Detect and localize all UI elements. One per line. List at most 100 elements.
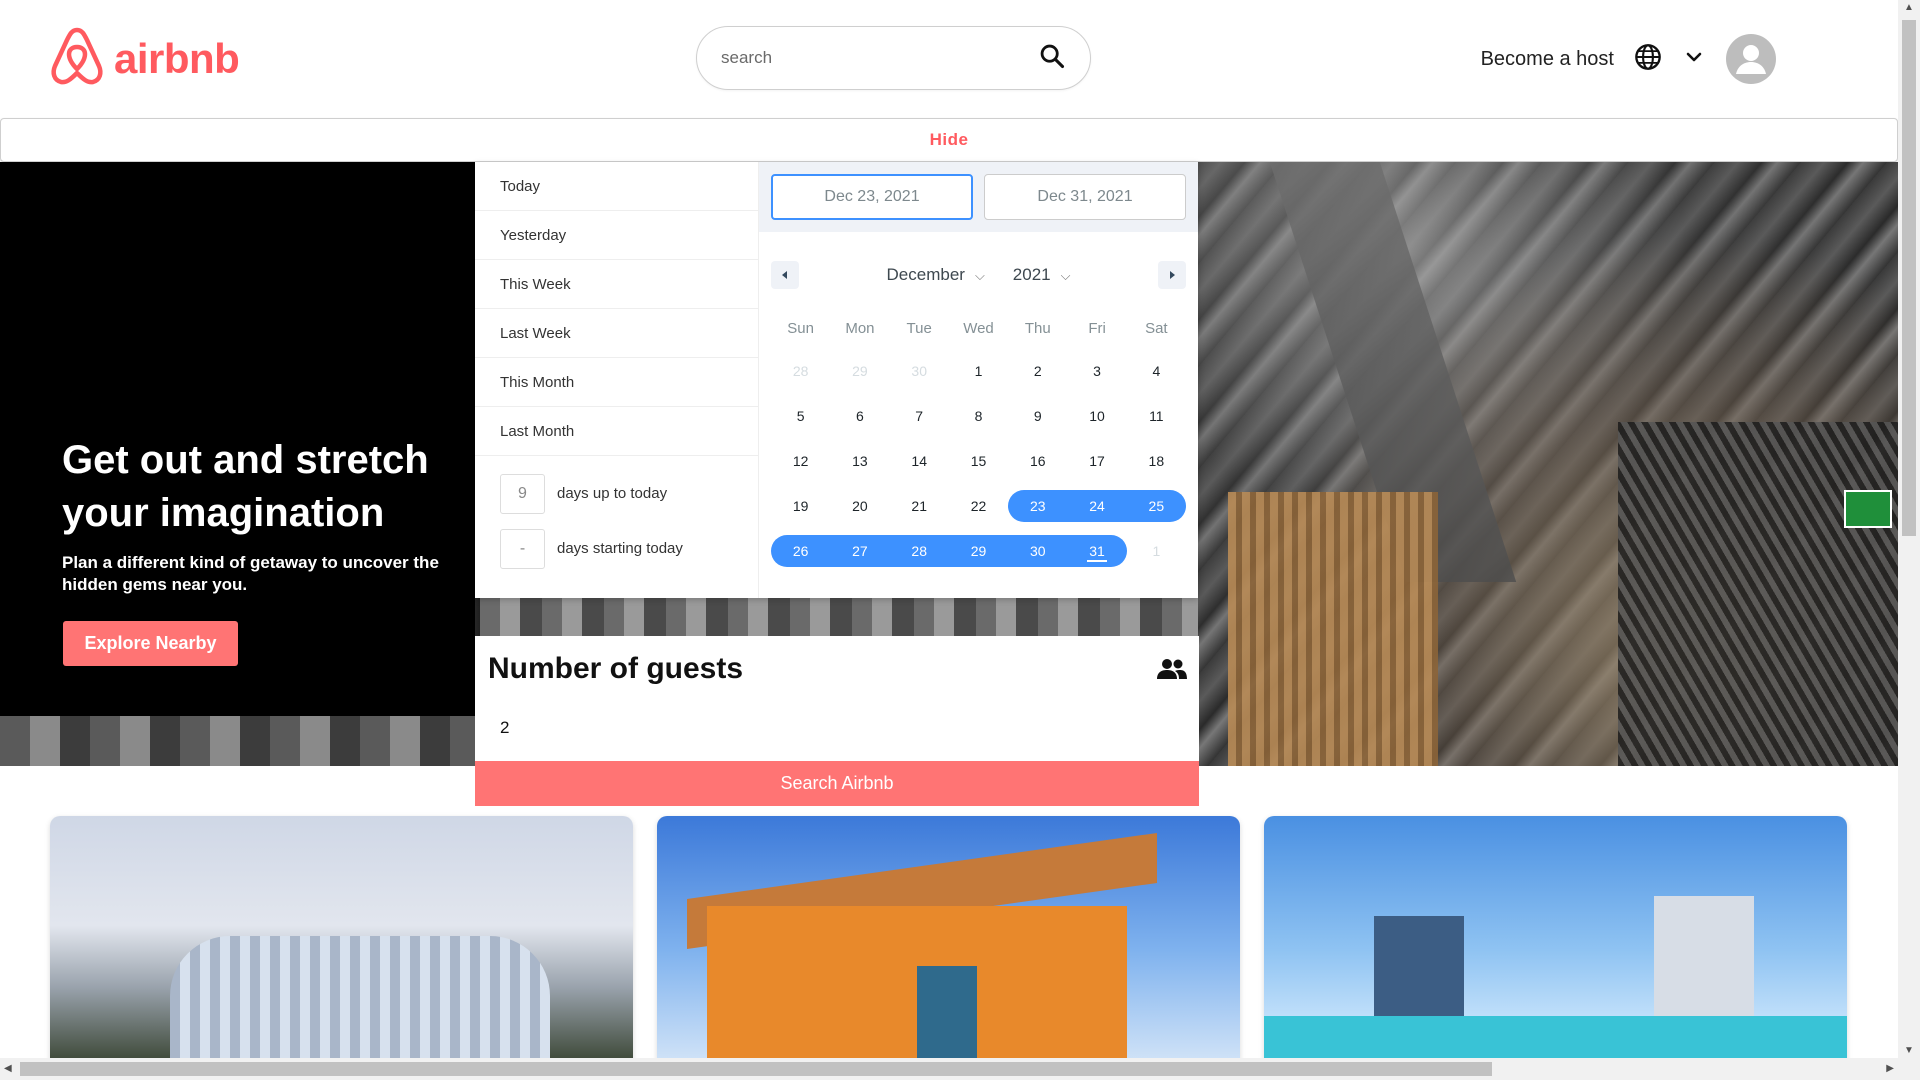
range-this-month[interactable]: This Month — [475, 358, 758, 407]
search-input[interactable] — [721, 48, 1038, 68]
brand-name: airbnb — [114, 34, 240, 82]
calendar-day[interactable]: 1 — [1127, 528, 1186, 573]
date-range-picker: Today Yesterday This Week Last Week This… — [475, 162, 1198, 598]
calendar-day[interactable]: 30 — [1008, 534, 1068, 567]
calendar-day[interactable]: 1 — [949, 348, 1008, 393]
day-grid: 28 29 30 1 2 3 4 5 6 7 8 9 10 11 12 13 14 15 16 17 18 19 20 21 2… — [771, 348, 1186, 573]
listing-cards — [50, 816, 1850, 1060]
calendar-day[interactable]: 24 — [1067, 489, 1127, 522]
range-last-month[interactable]: Last Month — [475, 407, 758, 456]
calendar-day[interactable]: 30 — [890, 348, 949, 393]
caret-left-icon — [782, 271, 787, 279]
weekday-label: Wed — [963, 320, 994, 337]
hero-image-strip — [480, 598, 1198, 638]
prev-month-button[interactable] — [771, 261, 799, 289]
vertical-scroll-thumb[interactable] — [1902, 20, 1916, 536]
search-icon[interactable] — [1038, 42, 1066, 75]
calendar-day[interactable]: 2 — [1008, 348, 1067, 393]
scroll-down-icon[interactable]: ▼ — [1904, 1045, 1914, 1056]
month-select[interactable]: December ⌵ — [887, 265, 985, 285]
calendar-day[interactable]: 23 — [1008, 489, 1068, 522]
calendar-day[interactable]: 21 — [890, 483, 949, 528]
days-up-to-today-row: 9 days up to today — [475, 466, 758, 521]
hero-subtitle: Plan a different kind of getaway to unco… — [62, 553, 439, 594]
calendar-day[interactable]: 7 — [890, 393, 949, 438]
globe-icon[interactable] — [1634, 43, 1662, 76]
calendar-day[interactable]: 29 — [830, 348, 889, 393]
calendar-day[interactable]: 25 — [1126, 489, 1186, 522]
calendar-day[interactable]: 16 — [1008, 438, 1067, 483]
date-display-row: Dec 23, 2021 Dec 31, 2021 — [759, 162, 1198, 232]
weekday-label: Thu — [1024, 320, 1051, 337]
hide-toggle-bar[interactable]: Hide — [0, 118, 1898, 162]
next-month-button[interactable] — [1158, 261, 1186, 289]
page: airbnb Become a host Hide — [0, 0, 1920, 1080]
calendar-day[interactable]: 18 — [1127, 438, 1186, 483]
become-host-link[interactable]: Become a host — [1481, 48, 1614, 71]
people-icon — [1157, 658, 1187, 685]
card-door-shape — [917, 966, 977, 1060]
hide-label: Hide — [929, 130, 969, 149]
calendar-day[interactable]: 27 — [830, 534, 890, 567]
range-this-week[interactable]: This Week — [475, 260, 758, 309]
calendar-day[interactable]: 31 — [1067, 534, 1127, 567]
card-pool-shape — [1264, 1016, 1847, 1060]
chevron-down-icon: ⌵ — [1060, 268, 1071, 283]
static-ranges: Today Yesterday This Week Last Week This… — [475, 162, 759, 598]
range-today[interactable]: Today — [475, 162, 758, 211]
start-date-field[interactable]: Dec 23, 2021 — [771, 174, 973, 220]
calendar-day[interactable]: 28 — [889, 534, 949, 567]
weekday-header: Sun Mon Tue Wed Thu Fri Sat — [771, 320, 1186, 337]
scroll-up-icon[interactable]: ▲ — [1904, 2, 1914, 13]
calendar-day[interactable]: 26 — [771, 534, 831, 567]
hero-image-wood-wall — [1228, 492, 1438, 766]
calendar-day[interactable]: 4 — [1127, 348, 1186, 393]
calendar-day[interactable]: 9 — [1008, 393, 1067, 438]
vertical-scrollbar[interactable]: ▲ ▼ — [1898, 0, 1920, 1080]
guests-input[interactable]: 2 — [500, 718, 509, 738]
days-starting-today-input[interactable]: - — [500, 528, 545, 569]
search-bar[interactable] — [696, 26, 1091, 90]
end-date-field[interactable]: Dec 31, 2021 — [984, 174, 1186, 220]
listing-card-image[interactable] — [50, 816, 633, 1060]
calendar-day[interactable]: 11 — [1127, 393, 1186, 438]
listing-card-image[interactable] — [1264, 816, 1847, 1060]
user-avatar[interactable] — [1726, 34, 1776, 84]
calendar-day[interactable]: 10 — [1067, 393, 1126, 438]
range-last-week[interactable]: Last Week — [475, 309, 758, 358]
brand-logo[interactable]: airbnb — [48, 24, 240, 93]
calendar-day[interactable]: 19 — [771, 483, 830, 528]
calendar-day[interactable]: 29 — [948, 534, 1009, 567]
weekday-label: Sun — [787, 320, 814, 337]
search-airbnb-button[interactable]: Search Airbnb — [475, 761, 1199, 806]
calendar-day[interactable]: 3 — [1067, 348, 1126, 393]
weekday-label: Fri — [1088, 320, 1106, 337]
calendar-day[interactable]: 28 — [771, 348, 830, 393]
horizontal-scroll-thumb[interactable] — [20, 1062, 1492, 1076]
range-yesterday[interactable]: Yesterday — [475, 211, 758, 260]
calendar-day[interactable]: 6 — [830, 393, 889, 438]
chevron-down-icon[interactable] — [1682, 45, 1706, 74]
calendar: Dec 23, 2021 Dec 31, 2021 December ⌵ 2021… — [759, 162, 1198, 598]
year-select[interactable]: 2021 ⌵ — [1013, 265, 1071, 285]
hero-text-panel: Get out and stretch your imagination Pla… — [0, 162, 475, 716]
days-up-to-today-input[interactable]: 9 — [500, 473, 545, 514]
calendar-day[interactable]: 8 — [949, 393, 1008, 438]
scroll-right-icon[interactable]: ▶ — [1886, 1063, 1894, 1074]
calendar-day[interactable]: 22 — [949, 483, 1008, 528]
guests-title: Number of guests — [488, 652, 744, 685]
scroll-left-icon[interactable]: ◀ — [4, 1063, 12, 1074]
explore-nearby-button[interactable]: Explore Nearby — [63, 621, 238, 666]
calendar-day[interactable]: 20 — [830, 483, 889, 528]
header: airbnb Become a host — [0, 0, 1898, 118]
calendar-day[interactable]: 12 — [771, 438, 830, 483]
calendar-day[interactable]: 15 — [949, 438, 1008, 483]
calendar-day[interactable]: 14 — [890, 438, 949, 483]
horizontal-scrollbar[interactable]: ◀ ▶ — [0, 1058, 1898, 1080]
listing-card-image[interactable] — [657, 816, 1240, 1060]
card-building-shape — [170, 936, 550, 1060]
calendar-day[interactable]: 13 — [830, 438, 889, 483]
calendar-day[interactable]: 17 — [1067, 438, 1126, 483]
calendar-day[interactable]: 5 — [771, 393, 830, 438]
caret-right-icon — [1170, 271, 1175, 279]
